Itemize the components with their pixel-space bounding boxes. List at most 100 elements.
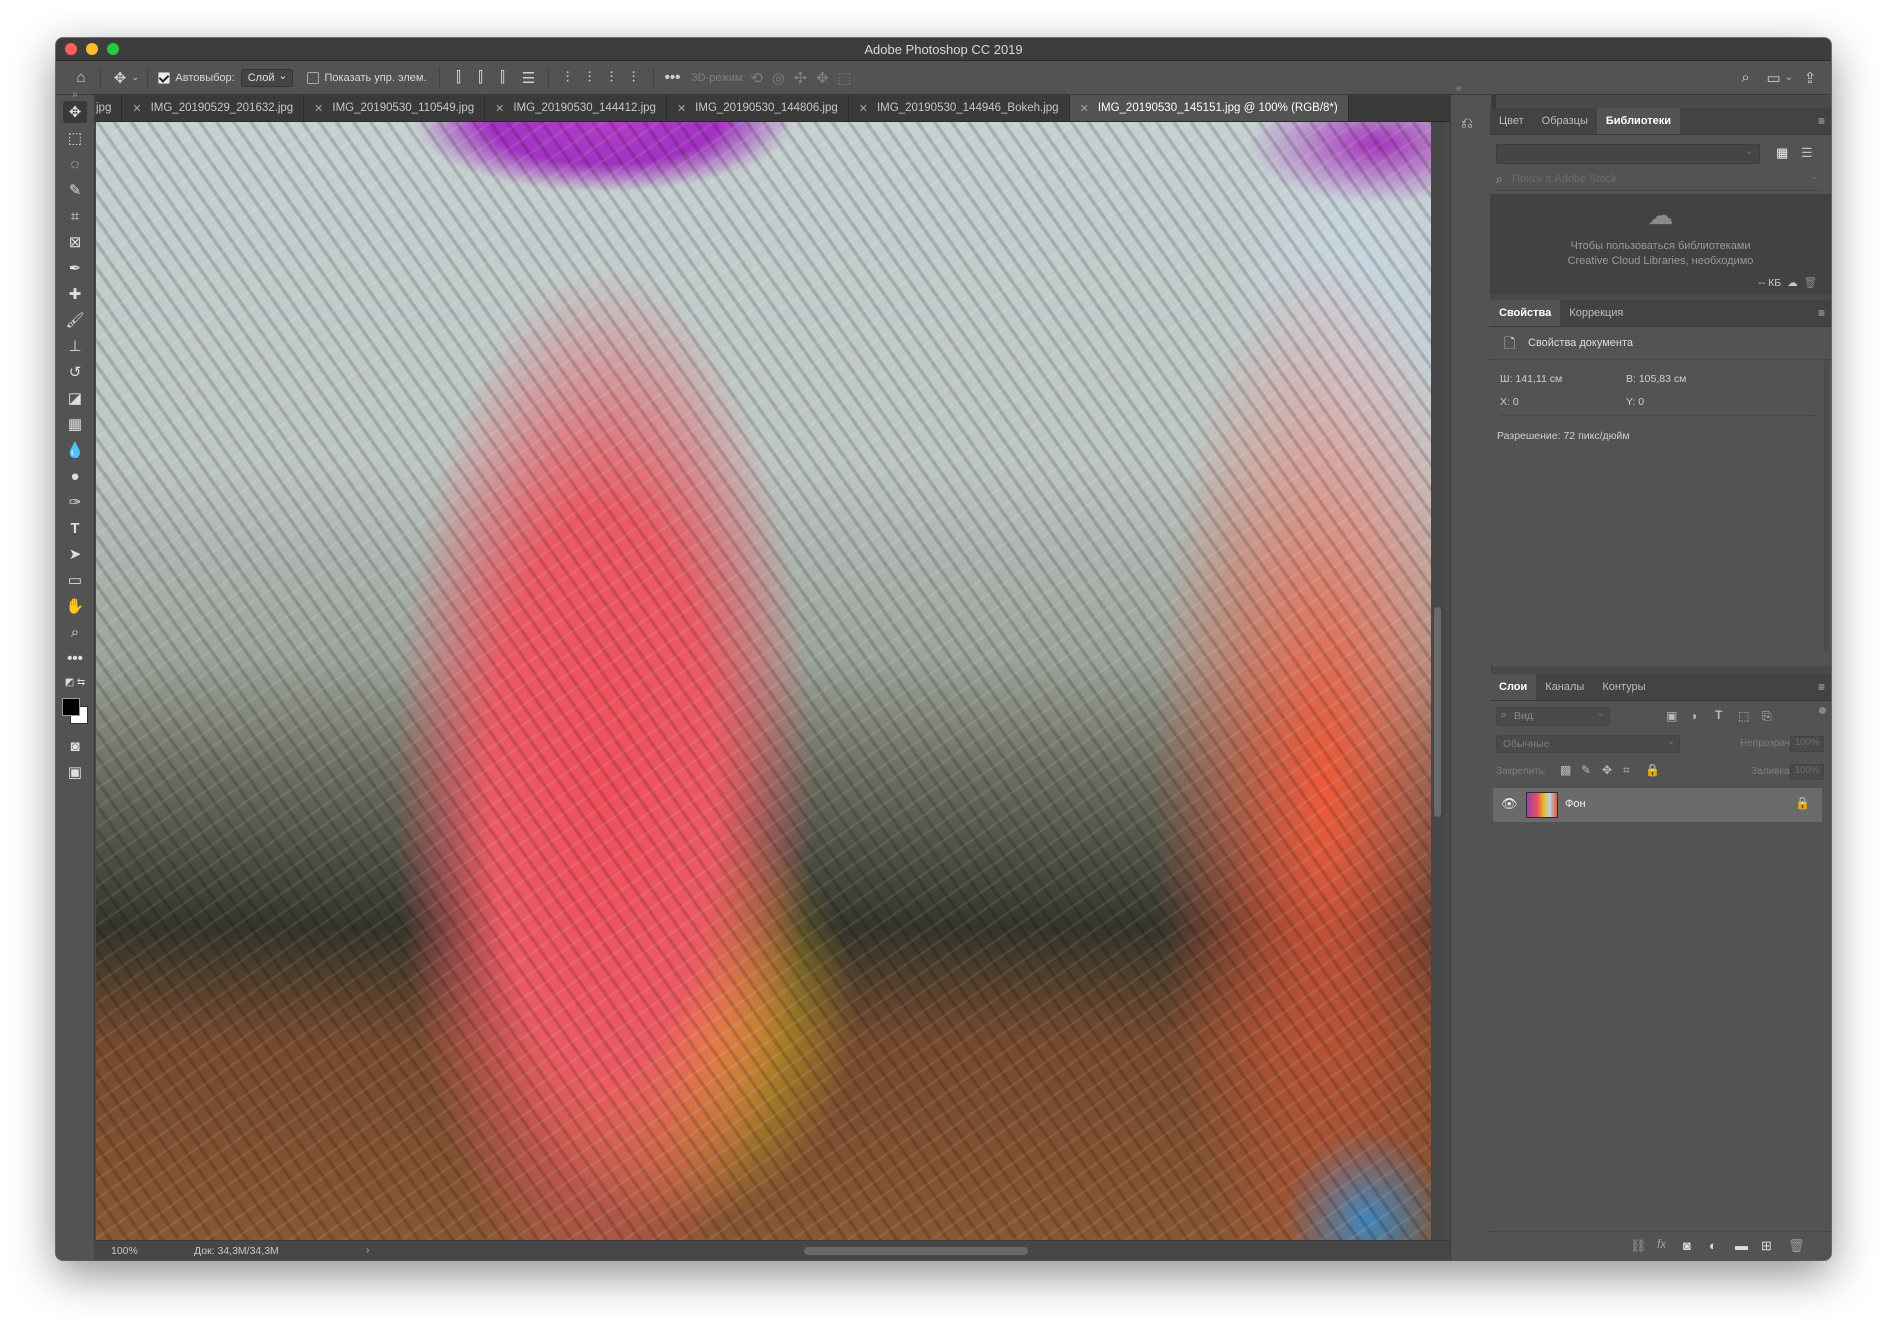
workspace-chevron-icon[interactable]: ⌄ [1785, 72, 1793, 83]
tab-properties[interactable]: Свойства [1490, 300, 1561, 326]
workspace-icon[interactable]: ▭ [1763, 67, 1785, 89]
lock-all-icon[interactable]: 🔒 [1645, 763, 1660, 777]
lock-transparent-icon[interactable]: ▩ [1560, 763, 1571, 777]
vertical-scrollbar[interactable] [1431, 122, 1445, 1240]
auto-select-dropdown[interactable]: Слой [240, 68, 294, 87]
type-tool-icon[interactable]: T [63, 517, 87, 539]
path-selection-tool-icon[interactable]: ➤ [63, 543, 87, 565]
crop-tool-icon[interactable]: ⌗ [63, 205, 87, 227]
screen-mode-icon[interactable]: ▣ [63, 761, 87, 783]
show-transform-checkbox[interactable]: Показать упр. элем. [307, 71, 427, 84]
gradient-tool-icon[interactable]: ▦ [63, 413, 87, 435]
rectangle-tool-icon[interactable]: ▭ [63, 569, 87, 591]
align-top-icon[interactable]: ⫶ [557, 67, 579, 89]
foreground-color-swatch[interactable] [62, 698, 80, 716]
default-colors-icon[interactable]: ◩ ⇆ [63, 671, 87, 693]
status-menu-icon[interactable]: › [366, 1244, 370, 1256]
opacity-input[interactable]: 100% [1790, 736, 1824, 752]
fill-input[interactable]: 100% [1790, 764, 1824, 780]
add-mask-icon[interactable]: ◙ [1683, 1238, 1691, 1253]
lock-position-icon[interactable]: ✥ [1602, 763, 1612, 777]
document-height[interactable]: В: 105,83 см [1626, 373, 1686, 385]
clone-stamp-tool-icon[interactable]: ⊥ [63, 335, 87, 357]
link-layers-icon[interactable]: ⛓ [1630, 1238, 1647, 1254]
filter-shape-icon[interactable]: ⬚ [1738, 709, 1749, 723]
tab-swatches[interactable]: Образцы [1533, 108, 1597, 134]
document-x[interactable]: X: 0 [1500, 396, 1519, 408]
close-tab-icon[interactable]: ✕ [1080, 102, 1089, 115]
horizontal-scroll-thumb[interactable] [804, 1247, 1028, 1255]
pen-tool-icon[interactable]: ✑ [63, 491, 87, 513]
panel-menu-icon[interactable]: ≡ [1818, 114, 1825, 128]
close-tab-icon[interactable]: ✕ [495, 102, 504, 115]
align-hcenter-icon[interactable]: ⫿ [470, 67, 492, 89]
align-right-icon[interactable]: ⫿ [492, 67, 514, 89]
lock-image-icon[interactable]: ✎ [1581, 763, 1591, 777]
lock-artboard-icon[interactable]: ⌗ [1623, 763, 1630, 778]
checkbox-unchecked-icon[interactable] [307, 71, 320, 84]
list-view-icon[interactable]: ☰ [1801, 145, 1813, 161]
align-bottom-icon[interactable]: ⫶ [601, 67, 623, 89]
move-tool-icon[interactable]: ✥ [109, 67, 131, 89]
trash-icon[interactable]: 🗑 [1788, 1238, 1805, 1254]
share-icon[interactable]: ⇪ [1799, 67, 1821, 89]
filter-toggle-icon[interactable] [1819, 707, 1826, 714]
close-tab-icon[interactable]: ✕ [132, 102, 141, 115]
properties-scrollbar[interactable] [1824, 360, 1829, 650]
close-tab-icon[interactable]: ✕ [314, 102, 323, 115]
tab-document-active[interactable]: ✕ IMG_20190530_145151.jpg @ 100% (RGB/8*) [1069, 95, 1349, 121]
align-vcenter-icon[interactable]: ⫶ [579, 67, 601, 89]
tab-channels[interactable]: Каналы [1536, 674, 1593, 700]
filter-type-icon[interactable]: T [1715, 708, 1722, 722]
document-canvas[interactable] [96, 122, 1431, 1240]
layer-filter-dropdown[interactable]: ⌕ Вид ⌄ [1496, 707, 1610, 726]
tab-adjustments[interactable]: Коррекция [1560, 300, 1632, 326]
grid-view-icon[interactable]: ▦ [1776, 145, 1788, 161]
new-group-icon[interactable]: ▬ [1735, 1238, 1748, 1253]
history-panel-icon[interactable]: ⎌ [1461, 115, 1473, 132]
quick-mask-icon[interactable]: ◙ [63, 735, 87, 757]
filter-smart-object-icon[interactable]: ⎘ [1762, 709, 1772, 724]
distribute-vertical-icon[interactable]: ⫶ [623, 67, 645, 89]
search-icon[interactable]: ⌕ [1735, 67, 1757, 89]
tab-document[interactable]: ✕ IMG_20190529_201632.jpg [122, 95, 305, 121]
panel-menu-icon[interactable]: ≡ [1818, 306, 1825, 320]
filter-adjustment-icon[interactable]: ◑ [1690, 709, 1697, 723]
trash-icon[interactable]: 🗑 [1804, 276, 1817, 289]
eyedropper-tool-icon[interactable]: ✒ [63, 257, 87, 279]
healing-brush-tool-icon[interactable]: ✚ [63, 283, 87, 305]
layer-style-icon[interactable]: fx [1657, 1237, 1666, 1251]
stock-search[interactable]: ⌕ Поиск в Adobe Stock ⌄ [1496, 170, 1822, 191]
eraser-tool-icon[interactable]: ◪ [63, 387, 87, 409]
tab-document[interactable]: ✕ IMG_20190530_144412.jpg [485, 95, 667, 121]
quick-selection-tool-icon[interactable]: ✎ [63, 179, 87, 201]
dodge-tool-icon[interactable]: ● [63, 465, 87, 487]
tab-document[interactable]: ✕ IMG_20190530_110549.jpg [304, 95, 486, 121]
history-brush-tool-icon[interactable]: ↺ [63, 361, 87, 383]
tool-preset-chevron-icon[interactable]: ⌄ [131, 72, 139, 83]
layer-row[interactable]: 👁 Фон 🔒 [1493, 788, 1822, 822]
marquee-tool-icon[interactable]: ⬚ [63, 127, 87, 149]
tab-document[interactable]: ✕ IMG_20190530_144806.jpg [667, 95, 849, 121]
hand-tool-icon[interactable]: ✋ [63, 595, 87, 617]
move-tool-icon[interactable]: ✥ [63, 101, 87, 123]
blur-tool-icon[interactable]: 💧 [63, 439, 87, 461]
auto-select-checkbox[interactable]: Автовыбор: [158, 71, 235, 84]
distribute-horizontal-icon[interactable]: ☰ [518, 67, 540, 89]
close-tab-icon[interactable]: ✕ [859, 102, 868, 115]
lasso-tool-icon[interactable]: ◌ [63, 153, 87, 175]
document-width[interactable]: Ш: 141,11 см [1500, 373, 1562, 385]
blend-mode-dropdown[interactable]: Обычные ⌄ [1496, 735, 1680, 753]
tab-libraries[interactable]: Библиотеки [1596, 108, 1681, 134]
tab-paths[interactable]: Контуры [1593, 674, 1654, 700]
chevron-down-icon[interactable]: ⌄ [1810, 171, 1818, 182]
adjustment-layer-icon[interactable]: ◐ [1709, 1238, 1717, 1253]
checkbox-checked-icon[interactable] [158, 71, 171, 84]
brush-tool-icon[interactable]: 🖌 [63, 309, 87, 331]
edit-toolbar-icon[interactable]: ••• [63, 647, 87, 669]
layer-name[interactable]: Фон [1565, 798, 1586, 810]
more-options-icon[interactable]: ••• [662, 67, 684, 89]
panel-menu-icon[interactable]: ≡ [1818, 680, 1825, 694]
new-layer-icon[interactable]: ⊞ [1761, 1238, 1772, 1254]
align-left-icon[interactable]: ⫿ [448, 67, 470, 89]
